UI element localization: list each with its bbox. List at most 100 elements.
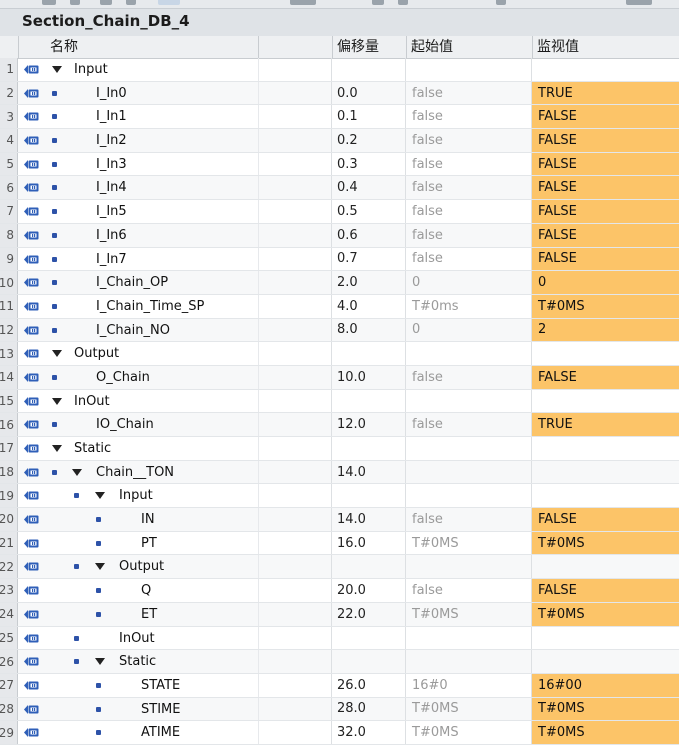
start-value-cell[interactable]: T#0ms [406,294,532,318]
monitor-value-cell[interactable]: FALSE [532,105,679,129]
monitor-value-cell[interactable]: T#0MS [532,721,679,744]
toolbar-icon[interactable] [100,0,112,5]
name-cell[interactable]: I_Chain_Time_SP [18,294,332,318]
table-row[interactable]: 17 Static [0,437,679,461]
start-value-cell[interactable]: false [406,579,532,602]
table-row[interactable]: 14 O_Chain 10.0 false FALSE [0,365,679,390]
monitor-value-cell[interactable]: FALSE [532,365,679,389]
toolbar-icon[interactable] [70,0,80,5]
monitor-value-cell[interactable] [532,342,679,365]
toolbar-icon[interactable] [398,0,408,5]
name-cell[interactable]: InOut [18,389,332,413]
name-cell[interactable]: I_In5 [18,200,332,223]
start-value-cell[interactable] [406,437,532,460]
start-value-cell[interactable] [406,460,532,484]
start-value-cell[interactable]: false [406,81,532,105]
table-row[interactable]: 25 InOut [0,626,679,651]
name-cell[interactable]: PT [18,531,332,555]
name-cell[interactable]: I_In1 [18,105,332,129]
monitor-value-cell[interactable] [532,627,679,650]
name-cell[interactable]: STIME [18,697,332,721]
col-header-offset[interactable]: 偏移量 [332,36,406,58]
monitor-value-cell[interactable]: FALSE [532,223,679,247]
start-value-cell[interactable] [406,555,532,579]
toolbar-icon[interactable] [290,0,316,5]
monitor-value-cell[interactable] [532,555,679,578]
expand-caret-icon[interactable] [52,445,62,452]
monitor-value-cell[interactable]: T#0MS [532,294,679,318]
start-value-cell[interactable] [406,650,532,673]
col-header-name[interactable]: 名称 [46,36,258,58]
name-cell[interactable]: Input [18,58,332,81]
monitor-value-cell[interactable]: FALSE [532,508,679,531]
monitor-value-cell[interactable]: T#0MS [532,602,679,626]
start-value-cell[interactable]: false [406,152,532,176]
toolbar-icon[interactable] [496,0,506,5]
monitor-value-cell[interactable]: FALSE [532,152,679,176]
start-value-cell[interactable] [406,58,532,81]
toolbar-icon[interactable] [126,0,136,5]
monitor-value-cell[interactable]: T#0MS [532,697,679,721]
table-row[interactable]: 4 I_In2 0.2 false FALSE [0,129,679,153]
name-cell[interactable]: I_In6 [18,223,332,247]
table-row[interactable]: 7 I_In5 0.5 false FALSE [0,200,679,224]
name-cell[interactable]: I_In7 [18,247,332,271]
name-cell[interactable]: I_In2 [18,129,332,152]
monitor-value-cell[interactable]: FALSE [532,579,679,602]
table-row[interactable]: 28 STIME 28.0 T#0MS T#0MS [0,697,679,722]
start-value-cell[interactable]: false [406,413,532,436]
start-value-cell[interactable]: false [406,247,532,271]
toolbar-icon[interactable] [42,0,56,5]
start-value-cell[interactable]: T#0MS [406,531,532,555]
table-row[interactable]: 18 Chain__TON 14.0 [0,460,679,485]
name-cell[interactable]: ET [18,602,332,626]
name-cell[interactable]: STATE [18,673,332,697]
start-value-cell[interactable]: T#0MS [406,721,532,744]
table-row[interactable]: 5 I_In3 0.3 false FALSE [0,152,679,177]
expand-caret-icon[interactable] [72,468,82,476]
monitor-value-cell[interactable]: FALSE [532,200,679,223]
monitor-value-cell[interactable] [532,484,679,507]
table-row[interactable]: 1 Input [0,58,679,82]
col-header-monitor-value[interactable]: 监视值 [532,36,679,58]
table-row[interactable]: 13 Output [0,342,679,366]
start-value-cell[interactable]: false [406,105,532,129]
start-value-cell[interactable] [406,389,532,413]
table-row[interactable]: 16 IO_Chain 12.0 false TRUE [0,413,679,437]
start-value-cell[interactable]: 16#0 [406,673,532,697]
table-row[interactable]: 27 STATE 26.0 16#0 16#00 [0,673,679,698]
table-row[interactable]: 15 InOut [0,389,679,414]
name-cell[interactable]: I_In3 [18,152,332,176]
name-cell[interactable]: I_Chain_OP [18,271,332,294]
monitor-value-cell[interactable] [532,650,679,673]
expand-caret-icon[interactable] [52,397,62,405]
toolbar-icon[interactable] [158,0,180,5]
monitor-value-cell[interactable]: TRUE [532,81,679,105]
monitor-value-cell[interactable]: T#0MS [532,531,679,555]
table-row[interactable]: 10 I_Chain_OP 2.0 0 0 [0,271,679,295]
start-value-cell[interactable] [406,342,532,365]
monitor-value-cell[interactable] [532,390,679,413]
name-cell[interactable]: Q [18,579,332,602]
start-value-cell[interactable] [406,626,532,650]
table-row[interactable]: 2 I_In0 0.0 false TRUE [0,81,679,106]
name-cell[interactable]: ATIME [18,721,332,744]
expand-caret-icon[interactable] [95,658,105,666]
monitor-value-cell[interactable] [532,437,679,460]
table-row[interactable]: 22 Output [0,555,679,580]
name-cell[interactable]: I_In4 [18,176,332,200]
monitor-value-cell[interactable] [532,461,679,484]
name-cell[interactable]: Chain__TON [18,460,332,484]
expand-caret-icon[interactable] [95,492,105,500]
start-value-cell[interactable] [406,484,532,508]
expand-caret-icon[interactable] [95,563,105,571]
name-cell[interactable]: Static [18,437,332,460]
monitor-value-cell[interactable]: 2 [532,318,679,342]
monitor-value-cell[interactable]: 16#00 [532,673,679,697]
start-value-cell[interactable]: false [406,200,532,223]
name-cell[interactable]: Output [18,342,332,365]
table-row[interactable]: 19 Input [0,484,679,509]
start-value-cell[interactable]: 0 [406,271,532,294]
start-value-cell[interactable]: false [406,176,532,200]
name-cell[interactable]: Input [18,484,332,508]
